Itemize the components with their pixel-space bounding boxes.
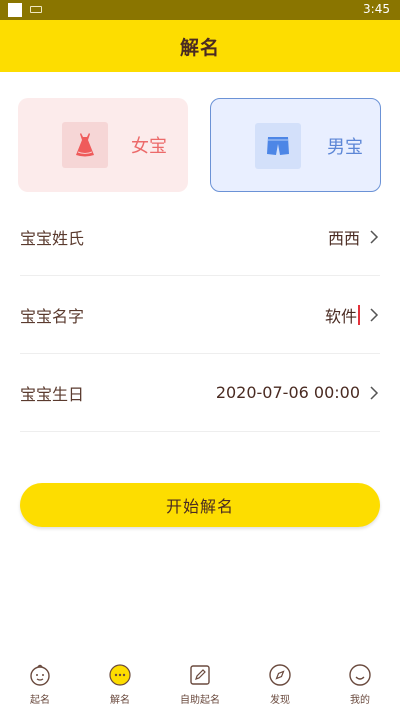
tab-qiming[interactable]: 起名 xyxy=(0,655,80,710)
page-title: 解名 xyxy=(179,36,220,59)
name-input[interactable]: 软件 xyxy=(325,303,357,327)
chevron-right-icon xyxy=(370,229,379,244)
surname-value: 西西 xyxy=(327,228,360,248)
baby-face-icon xyxy=(30,664,50,686)
tab-label: 我的 xyxy=(350,695,370,706)
birthday-label: 宝宝生日 xyxy=(20,384,85,404)
birthday-value: 2020-07-06 00:00 xyxy=(215,383,360,402)
tab-faxian[interactable]: 发现 xyxy=(240,655,320,710)
start-button[interactable]: 开始解名 xyxy=(20,483,380,527)
tab-wode[interactable]: 我的 xyxy=(320,655,400,710)
girl-label: 女宝 xyxy=(131,136,167,157)
name-row[interactable]: 宝宝名字 软件 xyxy=(20,276,380,354)
shorts-icon xyxy=(255,123,301,169)
tab-label: 发现 xyxy=(270,695,290,706)
boy-label: 男宝 xyxy=(327,137,363,158)
app-header: 解名 xyxy=(0,20,400,72)
tab-zizhu-qiming[interactable]: 自助起名 xyxy=(160,655,240,710)
chat-bubble-icon xyxy=(109,664,131,686)
bottom-tab-bar: 起名 解名 自助起名 发现 我的 xyxy=(0,655,400,710)
chevron-right-icon xyxy=(370,307,379,322)
start-button-label: 开始解名 xyxy=(165,497,234,516)
tab-label: 解名 xyxy=(110,695,130,706)
edit-icon xyxy=(190,665,210,685)
tab-label: 起名 xyxy=(30,695,50,706)
boy-option-card[interactable]: 男宝 xyxy=(210,98,381,192)
tab-label: 自助起名 xyxy=(180,695,220,706)
tab-jieming[interactable]: 解名 xyxy=(80,655,160,710)
compass-icon xyxy=(269,664,291,686)
surname-label: 宝宝姓氏 xyxy=(20,228,85,248)
smile-icon xyxy=(349,664,371,686)
status-bar: 3:45 xyxy=(0,0,400,20)
birthday-row[interactable]: 宝宝生日 2020-07-06 00:00 xyxy=(20,354,380,432)
girl-option-card[interactable]: 女宝 xyxy=(18,98,188,192)
keyboard-icon xyxy=(30,6,42,13)
surname-row[interactable]: 宝宝姓氏 西西 xyxy=(20,198,380,276)
chevron-right-icon xyxy=(370,385,379,400)
status-time: 3:45 xyxy=(363,2,390,16)
notification-icon xyxy=(8,3,22,17)
text-cursor xyxy=(358,304,360,325)
dress-icon xyxy=(62,122,108,168)
name-label: 宝宝名字 xyxy=(20,306,85,326)
